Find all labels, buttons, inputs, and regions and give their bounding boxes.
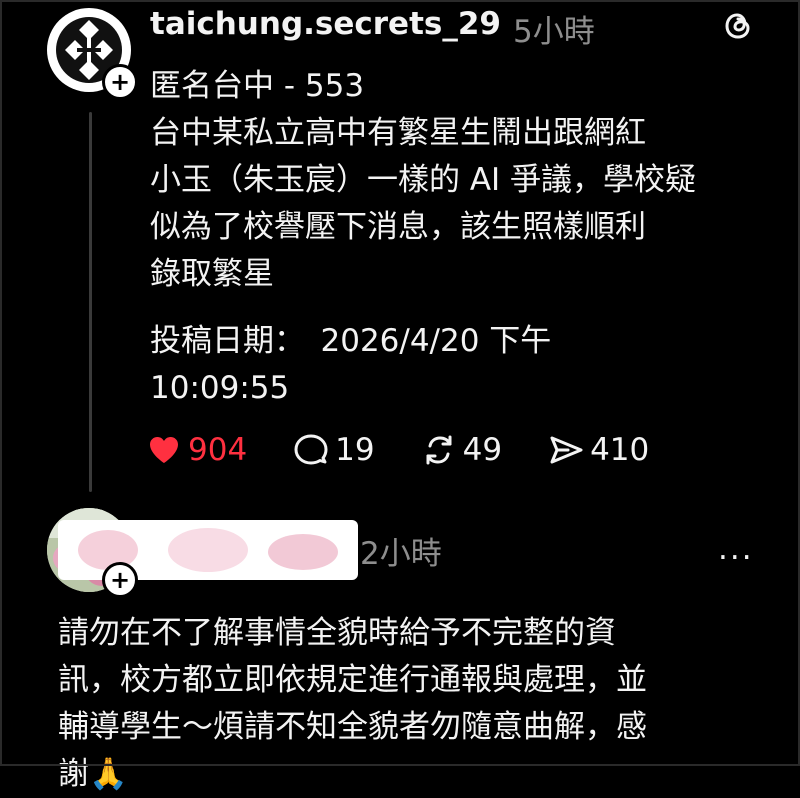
reply-body: 請勿在不了解事情全貌時給予不完整的資 訊，校方都立即依規定進行通報與處理，並 輔…: [58, 610, 758, 798]
share-icon: [550, 436, 583, 464]
post-date-line: 10:09:55: [150, 370, 290, 406]
post-body-line: 錄取繁星: [150, 256, 274, 292]
share-count: 410: [590, 432, 650, 468]
post-body-line: 台中某私立高中有繁星生鬧出跟網紅: [150, 115, 646, 151]
reply-body-line: 訊，校方都立即依規定進行通報與處理，並: [58, 662, 647, 698]
reply-body-line: 謝🙏: [58, 756, 128, 792]
post-body-line: 小玉（朱玉宸）一樣的 AI 爭議，學校疑: [150, 162, 697, 198]
comment-button[interactable]: 19: [293, 432, 375, 468]
threads-logo-icon[interactable]: [718, 6, 758, 46]
like-count: 904: [188, 432, 248, 468]
reply-time: 2小時: [360, 536, 442, 572]
post-date-line: 投稿日期： 2026/4/20 下午: [150, 323, 552, 359]
follow-plus-icon[interactable]: +: [102, 64, 138, 100]
post-submission-date: 投稿日期： 2026/4/20 下午 10:09:55: [150, 318, 750, 412]
heart-icon: [150, 437, 178, 463]
thread-connector-line: [89, 112, 92, 492]
post-body: 台中某私立高中有繁星生鬧出跟網紅 小玉（朱玉宸）一樣的 AI 爭議，學校疑 似為…: [150, 110, 750, 298]
post-username[interactable]: taichung.secrets_29: [150, 6, 501, 42]
comment-count: 19: [335, 432, 375, 468]
share-button[interactable]: 410: [548, 432, 649, 468]
more-options-icon[interactable]: ···: [718, 540, 754, 576]
repost-button[interactable]: 49: [421, 432, 502, 468]
repost-count: 49: [462, 432, 503, 468]
follow-plus-icon[interactable]: +: [102, 562, 138, 598]
comment-icon: [294, 434, 328, 465]
post-body-line: 似為了校譽壓下消息，該生照樣順利: [150, 209, 646, 245]
reply-body-line: 輔導學生～煩請不知全貌者勿隨意曲解，感: [58, 709, 647, 745]
post-time: 5小時: [513, 14, 595, 50]
like-button[interactable]: 904: [146, 432, 247, 468]
repost-icon: [426, 435, 452, 465]
post-subtitle: 匿名台中 - 553: [150, 68, 365, 104]
post-actions: 904 19 49 410: [146, 428, 695, 472]
reply-body-line: 請勿在不了解事情全貌時給予不完整的資: [58, 615, 616, 651]
